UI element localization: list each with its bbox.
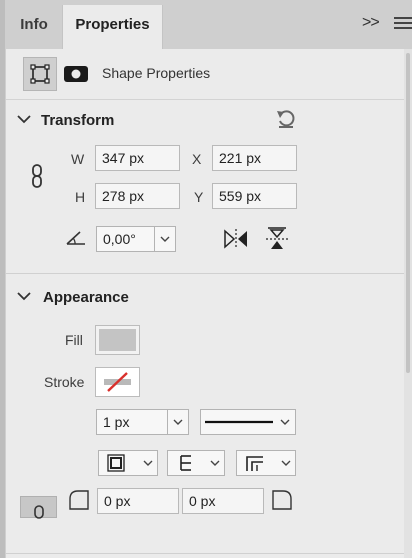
- rotation-value: 0,00°: [103, 231, 136, 247]
- x-input[interactable]: 221 px: [212, 145, 297, 171]
- link-dimensions-icon[interactable]: [30, 164, 44, 188]
- section-divider: [6, 273, 404, 274]
- fill-color-preview: [99, 329, 136, 351]
- stroke-color-swatch[interactable]: [95, 367, 140, 397]
- angle-icon: [66, 231, 85, 245]
- corner-radius-left-input[interactable]: 0 px: [97, 488, 179, 514]
- flip-vertical-icon[interactable]: [265, 226, 289, 252]
- link-corners-button[interactable]: [20, 496, 57, 519]
- stroke-style-dropdown[interactable]: [200, 409, 296, 435]
- scrollbar-thumb[interactable]: [406, 53, 410, 373]
- stroke-align-dropdown[interactable]: [98, 450, 158, 476]
- tab-info[interactable]: Info: [7, 5, 61, 49]
- stroke-align-icon: [107, 454, 125, 472]
- chevron-down-icon: [280, 419, 290, 425]
- chevron-down-icon: [17, 115, 31, 124]
- no-stroke-icon: [104, 372, 131, 392]
- tab-properties[interactable]: Properties: [62, 5, 163, 49]
- panel-menu-icon[interactable]: [394, 17, 412, 32]
- stroke-cap-dropdown[interactable]: [167, 450, 225, 476]
- transform-section-header[interactable]: Transform: [6, 107, 404, 135]
- stroke-join-dropdown[interactable]: [236, 450, 296, 476]
- reset-transform-icon[interactable]: [275, 108, 297, 130]
- chevron-down-icon: [17, 292, 31, 301]
- chevron-down-icon: [281, 460, 291, 466]
- appearance-title: Appearance: [43, 289, 129, 306]
- shape-properties-row: Shape Properties: [6, 49, 404, 100]
- fill-label: Fill: [65, 332, 83, 348]
- height-input[interactable]: 278 px: [95, 183, 180, 209]
- corner-radius-right-input[interactable]: 0 px: [182, 488, 264, 514]
- fill-color-swatch[interactable]: [95, 325, 140, 355]
- stroke-join-icon: [246, 456, 263, 471]
- y-input[interactable]: 559 px: [212, 183, 297, 209]
- chevron-down-icon: [160, 236, 170, 242]
- chevron-down-icon: [173, 419, 183, 425]
- x-label: X: [192, 151, 202, 167]
- stroke-width-value: 1 px: [103, 414, 130, 430]
- rotation-dropdown[interactable]: 0,00°: [96, 226, 176, 252]
- bounding-box-icon: [30, 64, 50, 84]
- y-label: Y: [194, 189, 204, 205]
- height-label: H: [75, 189, 86, 205]
- panel-bottom-divider: [6, 553, 404, 554]
- chevron-down-icon: [143, 460, 153, 466]
- properties-panel: Shape Properties Transform W 347 px X 22…: [5, 49, 404, 558]
- transform-title: Transform: [41, 112, 115, 129]
- link-icon: [34, 505, 44, 519]
- width-input[interactable]: 347 px: [95, 145, 180, 171]
- stroke-label: Stroke: [44, 374, 85, 390]
- filled-rounded-rect-icon: [64, 66, 88, 82]
- chevron-down-icon: [210, 460, 220, 466]
- panel-scrollbar[interactable]: [404, 49, 412, 558]
- stroke-cap-icon: [180, 455, 191, 471]
- width-label: W: [71, 151, 85, 167]
- shape-properties-label: Shape Properties: [102, 65, 211, 81]
- corner-top-right-icon: [272, 490, 292, 510]
- stroke-width-dropdown[interactable]: 1 px: [96, 409, 189, 435]
- solid-line-icon: [205, 420, 273, 424]
- flip-horizontal-icon[interactable]: [223, 228, 249, 250]
- corner-top-left-icon: [69, 490, 89, 510]
- shape-fill-button[interactable]: [63, 63, 89, 85]
- expand-panels-icon[interactable]: >>: [362, 14, 380, 32]
- shape-bounds-button[interactable]: [23, 57, 57, 91]
- appearance-section-header[interactable]: Appearance: [6, 284, 404, 312]
